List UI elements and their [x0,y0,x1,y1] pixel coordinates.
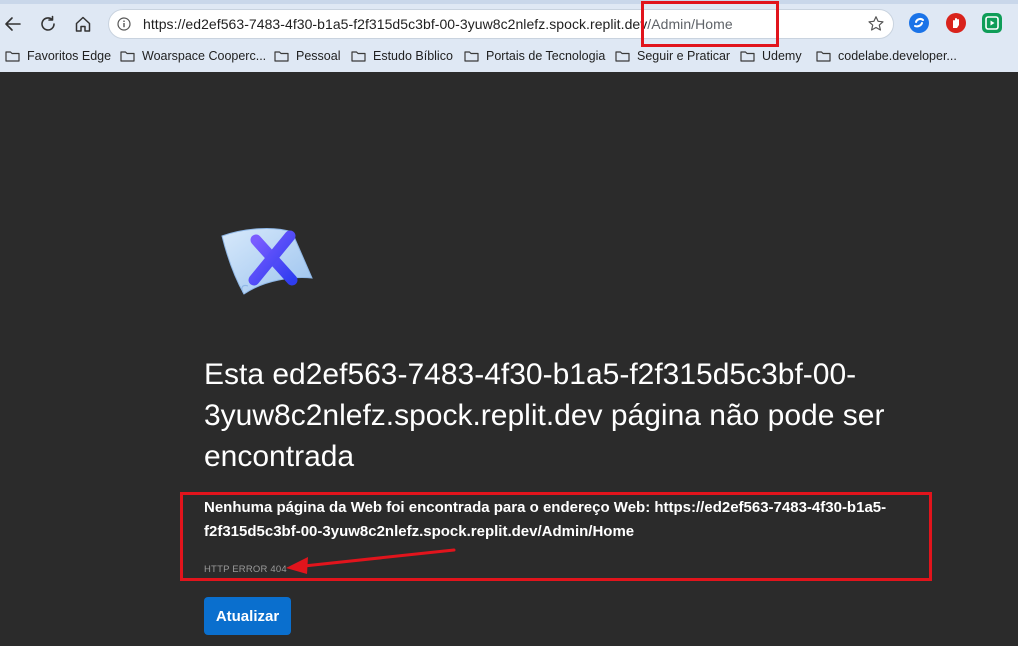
bookmark-item[interactable]: Portais de Tecnologia [464,49,605,63]
back-button[interactable] [0,11,26,37]
page-title: Esta ed2ef563-7483-4f30-b1a5-f2f315d5c3b… [204,358,885,473]
url-host: https://ed2ef563-7483-4f30-b1a5-f2f315d5… [143,16,648,32]
bookmark-item[interactable]: Estudo Bíblico [351,49,453,63]
folder-icon [464,51,479,62]
annotation-box-url-path [641,1,779,47]
refresh-icon [41,15,55,31]
annotation-arrow [286,548,456,574]
bookmark-label: Portais de Tecnologia [486,49,606,63]
back-icon [5,17,21,31]
bookmark-label: Seguir e Praticar [637,49,731,63]
bookmark-item[interactable]: codelabe.developer... [816,49,957,63]
info-icon[interactable] [117,17,131,31]
folder-icon [274,51,289,62]
bookmark-label: Woarspace Cooperc... [142,49,267,63]
refresh-button[interactable] [35,11,61,37]
browser-chrome: https://ed2ef563-7483-4f30-b1a5-f2f315d5… [0,0,1018,72]
folder-icon [351,51,366,62]
bookmark-item[interactable]: Pessoal [274,49,340,63]
folder-icon [120,51,135,62]
bookmark-label: Favoritos Edge [27,49,112,63]
folder-icon [816,51,831,62]
home-icon [75,16,91,32]
refresh-page-button[interactable]: Atualizar [204,597,291,635]
bookmark-label: Estudo Bíblico [373,49,453,63]
error-document-icon [221,228,313,295]
bookmark-label: codelabe.developer... [838,49,957,63]
extension-red-icon[interactable] [946,13,966,33]
bookmark-item[interactable]: Udemy [740,49,802,63]
folder-icon [615,51,630,62]
folder-icon [5,51,20,62]
bookmark-label: Pessoal [296,49,341,63]
bookmark-item[interactable]: Woarspace Cooperc... [120,49,266,63]
tab-strip [0,0,1018,4]
bookmark-item[interactable]: Favoritos Edge [5,49,111,63]
home-button[interactable] [70,11,96,37]
folder-icon [740,51,755,62]
extension-green-icon[interactable] [982,13,1002,33]
bookmark-item[interactable]: Seguir e Praticar [615,49,730,63]
extension-blue-icon[interactable] [909,13,929,33]
bookmark-label: Udemy [762,49,802,63]
bookmarks-bar: Favoritos Edge Woarspace Cooperc... Pess… [0,46,1018,70]
star-icon[interactable] [867,15,885,33]
